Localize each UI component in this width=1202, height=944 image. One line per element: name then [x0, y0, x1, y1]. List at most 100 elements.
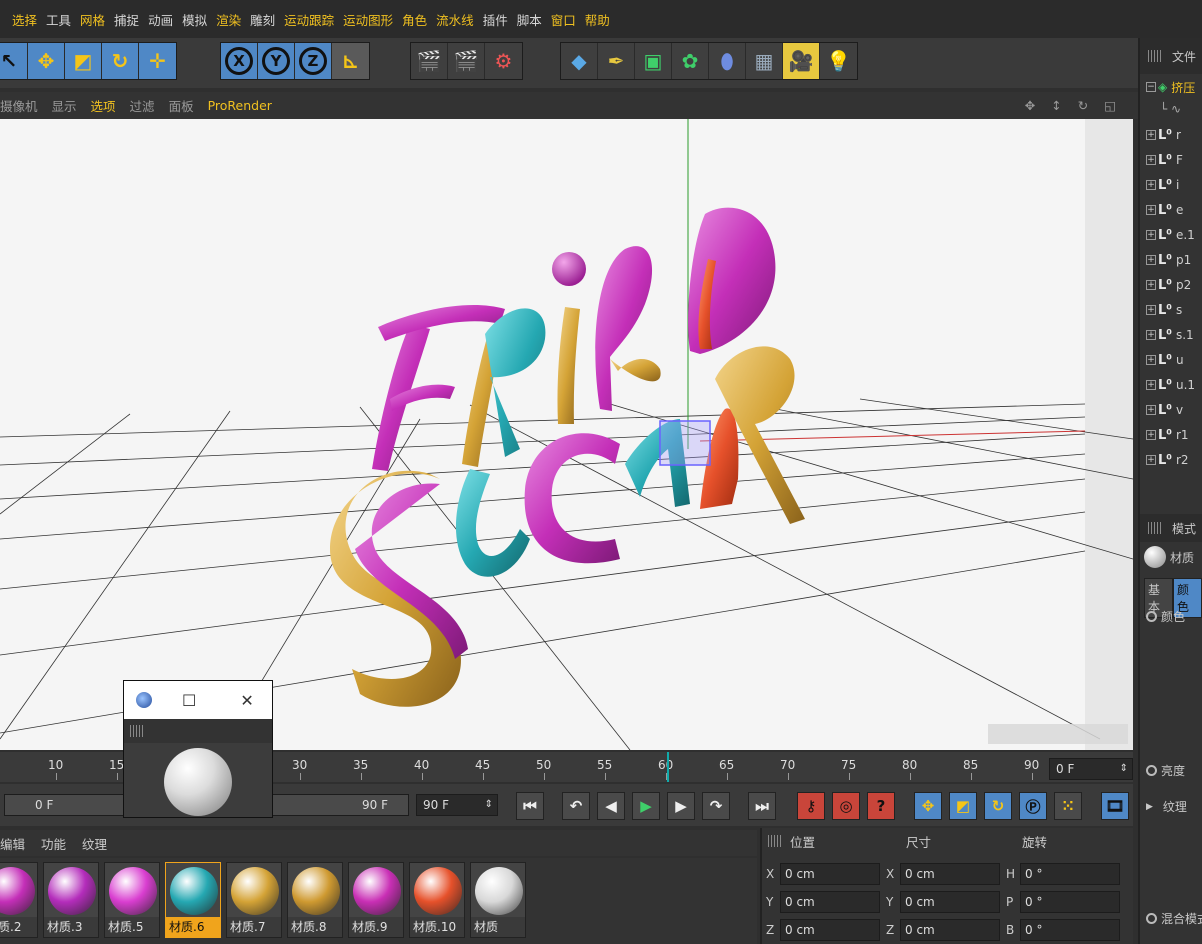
- vp-menu-camera[interactable]: 摄像机: [0, 96, 38, 115]
- menu-select[interactable]: 选择: [12, 10, 37, 29]
- menu-simulate[interactable]: 模拟: [182, 10, 207, 29]
- expand-icon[interactable]: +: [1146, 380, 1156, 390]
- vp-menu-prorender[interactable]: ProRender: [208, 98, 272, 113]
- collapse-icon[interactable]: −: [1146, 82, 1156, 92]
- dolly-icon[interactable]: ↕: [1051, 98, 1063, 113]
- menu-render[interactable]: 渲染: [216, 10, 241, 29]
- expand-icon[interactable]: +: [1146, 280, 1156, 290]
- object-item[interactable]: + L⁰ p1: [1146, 249, 1191, 271]
- channel-texture-row[interactable]: ▶ 纹理: [1146, 798, 1187, 815]
- keyframe-selection-button[interactable]: ?: [867, 792, 895, 820]
- vp-menu-panel[interactable]: 面板: [169, 96, 194, 115]
- channel-color-row[interactable]: 颜色: [1146, 608, 1185, 625]
- key-point-level-button[interactable]: ⁙: [1054, 792, 1082, 820]
- object-item[interactable]: + L⁰ u.1: [1146, 374, 1195, 396]
- position-z-field[interactable]: 0 cm: [780, 919, 880, 941]
- object-root[interactable]: − ◈ 挤压: [1146, 76, 1195, 98]
- previous-key-button[interactable]: ↶: [562, 792, 590, 820]
- expand-icon[interactable]: +: [1146, 330, 1156, 340]
- menu-mograph[interactable]: 运动图形: [343, 10, 393, 29]
- menu-tools[interactable]: 工具: [46, 10, 71, 29]
- y-axis-button[interactable]: Y: [258, 43, 295, 79]
- object-manager-menu-file[interactable]: 文件: [1172, 48, 1196, 65]
- pan-icon[interactable]: ✥: [1025, 98, 1037, 113]
- go-to-start-button[interactable]: ⏮: [516, 792, 544, 820]
- menu-window[interactable]: 窗口: [551, 10, 576, 29]
- material-swatch[interactable]: 材质.5: [104, 862, 160, 938]
- material-swatch[interactable]: 材质.6: [165, 862, 221, 938]
- timeline-playhead[interactable]: [667, 752, 669, 782]
- 3d-viewport[interactable]: [0, 119, 1133, 750]
- next-frame-button[interactable]: ▶: [667, 792, 695, 820]
- maximize-window-icon[interactable]: ☐: [182, 691, 196, 710]
- panel-grip-icon[interactable]: [130, 725, 144, 737]
- menu-character[interactable]: 角色: [402, 10, 427, 29]
- menu-sculpt[interactable]: 雕刻: [250, 10, 275, 29]
- panel-grip-icon[interactable]: [768, 835, 782, 847]
- floor-button[interactable]: ▦: [746, 43, 783, 79]
- object-item[interactable]: + L⁰ v: [1146, 399, 1183, 421]
- material-swatch[interactable]: 材质.2: [0, 862, 38, 938]
- radio-icon[interactable]: [1146, 765, 1157, 776]
- scale-tool-button[interactable]: ◩: [65, 43, 102, 79]
- coordinate-system-button[interactable]: ⊾: [332, 43, 369, 79]
- position-x-field[interactable]: 0 cm: [780, 863, 880, 885]
- autokey-button[interactable]: ◎: [832, 792, 860, 820]
- object-item[interactable]: + L⁰ F: [1146, 149, 1183, 171]
- material-swatch[interactable]: 材质.9: [348, 862, 404, 938]
- mograph-cloner-button[interactable]: ✿: [672, 43, 709, 79]
- select-tool-button[interactable]: ↖: [0, 43, 28, 79]
- object-item[interactable]: + L⁰ r: [1146, 124, 1181, 146]
- close-window-icon[interactable]: ✕: [240, 691, 253, 710]
- attribute-mode-menu[interactable]: 模式: [1172, 520, 1196, 537]
- rotation-p-field[interactable]: 0 °: [1020, 891, 1120, 913]
- z-axis-button[interactable]: Z: [295, 43, 332, 79]
- rotation-b-field[interactable]: 0 °: [1020, 919, 1120, 941]
- object-item[interactable]: + L⁰ u: [1146, 349, 1184, 371]
- max-frame-field[interactable]: 90 F ⇕: [416, 794, 498, 816]
- radio-icon[interactable]: [1146, 611, 1157, 622]
- key-rotation-button[interactable]: ↻: [984, 792, 1012, 820]
- menu-snap[interactable]: 捕捉: [114, 10, 139, 29]
- channel-luminance-row[interactable]: 亮度: [1146, 762, 1185, 779]
- expand-icon[interactable]: +: [1146, 430, 1156, 440]
- go-to-end-button[interactable]: ⏭: [748, 792, 776, 820]
- material-swatch[interactable]: 材质: [470, 862, 526, 938]
- object-item[interactable]: + L⁰ s: [1146, 299, 1182, 321]
- render-picture-viewer-button[interactable]: 🎬: [448, 43, 485, 79]
- radio-icon[interactable]: [1146, 913, 1157, 924]
- light-button[interactable]: 💡: [820, 43, 857, 79]
- expand-icon[interactable]: +: [1146, 180, 1156, 190]
- size-z-field[interactable]: 0 cm: [900, 919, 1000, 941]
- material-swatch[interactable]: 材质.7: [226, 862, 282, 938]
- deformer-button[interactable]: ⬮: [709, 43, 746, 79]
- play-button[interactable]: ▶: [632, 792, 660, 820]
- expand-icon[interactable]: +: [1146, 230, 1156, 240]
- mat-menu-edit[interactable]: 编辑: [0, 834, 25, 853]
- vp-menu-filter[interactable]: 过滤: [130, 96, 155, 115]
- expand-icon[interactable]: +: [1146, 130, 1156, 140]
- object-item[interactable]: + L⁰ s.1: [1146, 324, 1194, 346]
- menu-script[interactable]: 脚本: [517, 10, 542, 29]
- menu-motion-tracking[interactable]: 运动跟踪: [284, 10, 334, 29]
- expand-arrow-icon[interactable]: ▶: [1146, 802, 1153, 812]
- expand-icon[interactable]: +: [1146, 455, 1156, 465]
- position-y-field[interactable]: 0 cm: [780, 891, 880, 913]
- expand-icon[interactable]: +: [1146, 255, 1156, 265]
- menu-help[interactable]: 帮助: [585, 10, 610, 29]
- move-tool-button[interactable]: ✥: [28, 43, 65, 79]
- expand-icon[interactable]: +: [1146, 355, 1156, 365]
- timeline-window-button[interactable]: 🎞: [1101, 792, 1129, 820]
- maximize-icon[interactable]: ◱: [1104, 98, 1118, 113]
- render-view-button[interactable]: 🎬: [411, 43, 448, 79]
- camera-button[interactable]: 🎥: [783, 43, 820, 79]
- object-item[interactable]: + L⁰ e: [1146, 199, 1183, 221]
- rotate-tool-button[interactable]: ↻: [102, 43, 139, 79]
- previous-frame-button[interactable]: ◀: [597, 792, 625, 820]
- menu-animate[interactable]: 动画: [148, 10, 173, 29]
- object-item[interactable]: + L⁰ r1: [1146, 424, 1189, 446]
- expand-icon[interactable]: +: [1146, 305, 1156, 315]
- object-item[interactable]: + L⁰ r2: [1146, 449, 1189, 471]
- size-x-field[interactable]: 0 cm: [900, 863, 1000, 885]
- material-swatch[interactable]: 材质.8: [287, 862, 343, 938]
